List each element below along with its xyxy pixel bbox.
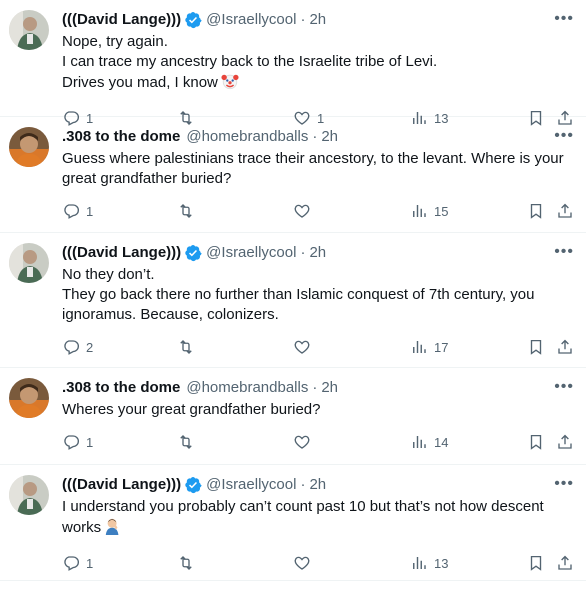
tweet-header: (((David Lange))) @Israellycool · 2h	[62, 10, 570, 30]
tweet-text-line: Nope, try again.	[62, 33, 168, 50]
retweet-button[interactable]	[177, 338, 201, 356]
tweet[interactable]: (((David Lange))) @Israellycool · 2h •••…	[0, 233, 586, 368]
tweet-text-line: Wheres your great grandfather buried?	[62, 401, 321, 418]
share-button[interactable]	[556, 202, 574, 220]
tweet-text-line: Guess where palestinians trace their anc…	[62, 150, 564, 187]
reply-thread: (((David Lange))) @Israellycool · 2h •••…	[0, 0, 586, 581]
user-handle[interactable]: @Israellycool	[206, 475, 296, 495]
tweet-text-line: No they don’t.	[62, 266, 155, 283]
views-count: 17	[434, 339, 449, 355]
reply-count: 2	[86, 339, 94, 355]
person-facepalming-emoji-icon	[104, 517, 122, 541]
more-options-icon[interactable]: •••	[554, 475, 574, 493]
tweet-text-line: They go back there no further than Islam…	[62, 286, 535, 323]
timestamp[interactable]: 2h	[309, 475, 326, 495]
like-button[interactable]	[293, 554, 317, 572]
tweet[interactable]: (((David Lange))) @Israellycool · 2h •••…	[0, 465, 586, 581]
clown-face-emoji-icon	[221, 72, 239, 96]
like-button[interactable]	[293, 338, 317, 356]
bookmark-button[interactable]	[527, 433, 545, 451]
share-button[interactable]	[556, 338, 574, 356]
retweet-button[interactable]	[177, 433, 201, 451]
display-name[interactable]: (((David Lange)))	[62, 10, 181, 30]
tweet-text: Nope, try again. I can trace my ancestry…	[62, 32, 570, 96]
user-handle[interactable]: @Israellycool	[206, 243, 296, 263]
tweet-actions: 1 13	[62, 545, 572, 581]
timestamp[interactable]: 2h	[309, 243, 326, 263]
user-handle[interactable]: @homebrandballs	[186, 127, 308, 147]
reply-count: 1	[86, 203, 94, 219]
display-name[interactable]: .308 to the dome	[62, 127, 180, 147]
like-button[interactable]	[293, 433, 317, 451]
reply-count: 1	[86, 555, 94, 571]
tweet-text-line: Drives you mad, I know	[62, 72, 570, 96]
views-count: 15	[434, 203, 449, 219]
tweet-header: (((David Lange))) @Israellycool · 2h	[62, 243, 570, 263]
timestamp[interactable]: 2h	[321, 127, 338, 147]
avatar-308-to-the-dome[interactable]	[9, 127, 49, 167]
avatar-david-lange[interactable]	[9, 10, 49, 50]
bookmark-button[interactable]	[527, 554, 545, 572]
more-options-icon[interactable]: •••	[554, 127, 574, 145]
tweet-header: (((David Lange))) @Israellycool · 2h	[62, 475, 570, 495]
views-button[interactable]: 14	[410, 433, 448, 451]
tweet-text-line-text: Drives you mad, I know	[62, 74, 218, 91]
views-button[interactable]: 15	[410, 202, 448, 220]
retweet-button[interactable]	[177, 554, 201, 572]
reply-button[interactable]: 2	[62, 338, 93, 356]
verified-badge-icon	[184, 476, 202, 494]
tweet[interactable]: (((David Lange))) @Israellycool · 2h •••…	[0, 0, 586, 126]
avatar-david-lange[interactable]	[9, 475, 49, 515]
reply-button[interactable]: 1	[62, 433, 93, 451]
reply-button[interactable]: 1	[62, 554, 93, 572]
verified-badge-icon	[184, 244, 202, 262]
tweet-text: No they don’t. They go back there no fur…	[62, 265, 570, 325]
tweet-text-line: I can trace my ancestry back to the Isra…	[62, 53, 438, 70]
tweet-actions: 1 15	[62, 193, 572, 229]
tweet-text: Guess where palestinians trace their anc…	[62, 149, 570, 189]
verified-badge-icon	[184, 11, 202, 29]
user-handle[interactable]: @homebrandballs	[186, 378, 308, 398]
more-options-icon[interactable]: •••	[554, 243, 574, 261]
display-name[interactable]: .308 to the dome	[62, 378, 180, 398]
bookmark-button[interactable]	[527, 202, 545, 220]
separator-dot: ·	[312, 128, 318, 145]
separator-dot: ·	[312, 379, 318, 396]
tweet-actions: 1 14	[62, 424, 572, 460]
separator-dot: ·	[300, 11, 306, 28]
like-button[interactable]	[293, 202, 317, 220]
tweet-text: I understand you probably can’t count pa…	[62, 497, 570, 541]
separator-dot: ·	[300, 476, 306, 493]
display-name[interactable]: (((David Lange)))	[62, 243, 181, 263]
views-button[interactable]: 17	[410, 338, 448, 356]
more-options-icon[interactable]: •••	[554, 10, 574, 28]
retweet-button[interactable]	[177, 202, 201, 220]
tweet-text-line: I understand you probably can’t count pa…	[62, 498, 544, 536]
separator-dot: ·	[300, 244, 306, 261]
views-button[interactable]: 13	[410, 554, 448, 572]
timestamp[interactable]: 2h	[321, 378, 338, 398]
views-count: 14	[434, 434, 449, 450]
share-button[interactable]	[556, 554, 574, 572]
user-handle[interactable]: @Israellycool	[206, 10, 296, 30]
timestamp[interactable]: 2h	[309, 10, 326, 30]
reply-count: 1	[86, 434, 94, 450]
tweet[interactable]: .308 to the dome @homebrandballs · 2h ••…	[0, 117, 586, 233]
more-options-icon[interactable]: •••	[554, 378, 574, 396]
tweet-text: Wheres your great grandfather buried?	[62, 400, 570, 420]
reply-button[interactable]: 1	[62, 202, 93, 220]
tweet-header: .308 to the dome @homebrandballs · 2h	[62, 127, 570, 147]
tweet-actions: 2 17	[62, 329, 572, 365]
bookmark-button[interactable]	[527, 338, 545, 356]
display-name[interactable]: (((David Lange)))	[62, 475, 181, 495]
avatar-308-to-the-dome[interactable]	[9, 378, 49, 418]
share-button[interactable]	[556, 433, 574, 451]
views-count: 13	[434, 555, 449, 571]
avatar-david-lange[interactable]	[9, 243, 49, 283]
tweet-header: .308 to the dome @homebrandballs · 2h	[62, 378, 570, 398]
tweet[interactable]: .308 to the dome @homebrandballs · 2h ••…	[0, 368, 586, 465]
